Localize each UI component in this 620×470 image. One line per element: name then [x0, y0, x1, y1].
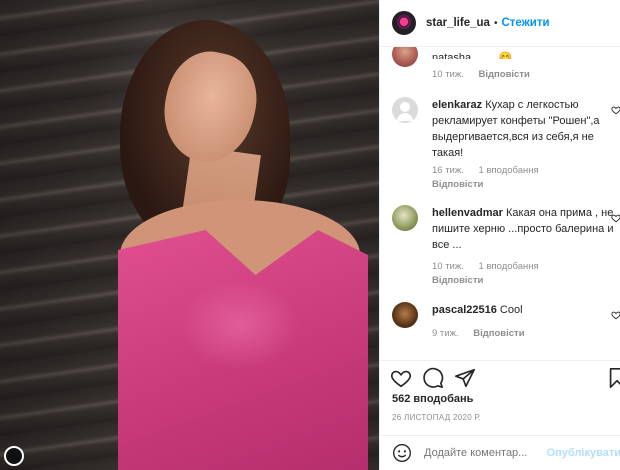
post-date[interactable]: 26 ЛИСТОПАД 2020 Р.: [392, 413, 481, 422]
comment-text-cut: natasha........ 😊: [432, 52, 513, 59]
comment-avatar[interactable]: [392, 97, 418, 123]
post-actions-bar: [380, 360, 620, 392]
comment-meta: 10 тиж. 1 вподобання: [432, 261, 551, 272]
post-header: star_life_ua • Стежити: [380, 0, 620, 47]
reply-button[interactable]: Відповісти: [432, 275, 483, 286]
comment-reply-row: Відповісти: [432, 275, 495, 286]
comment-like-heart-icon[interactable]: [611, 213, 620, 223]
follow-button[interactable]: Стежити: [501, 17, 549, 29]
likes-count[interactable]: 562 вподобань: [392, 393, 473, 405]
comment-text: Cool: [499, 304, 523, 316]
publish-button[interactable]: Опублікувати: [547, 447, 620, 459]
comment-meta: 16 тиж. 1 вподобання: [432, 165, 551, 176]
photo-corner-icon[interactable]: [4, 446, 24, 466]
comment-avatar[interactable]: [392, 47, 418, 67]
comment-time: 9 тиж.: [432, 328, 459, 339]
comment-username[interactable]: hellenvadmar: [432, 207, 503, 219]
author-avatar[interactable]: [392, 11, 416, 35]
comment-like-heart-icon[interactable]: [611, 310, 620, 320]
comments-list[interactable]: natasha........ 😊 10 тиж. Відповісти ele…: [380, 47, 620, 360]
add-comment-bar: Опублікувати: [380, 435, 620, 470]
heart-icon[interactable]: [390, 367, 412, 389]
reply-button[interactable]: Відповісти: [432, 179, 483, 190]
comment-time: 10 тиж.: [432, 261, 464, 272]
comment-body: pascal22516 Cool: [432, 302, 620, 318]
comment-username[interactable]: pascal22516: [432, 304, 497, 316]
comment-username[interactable]: elenkaraz: [432, 99, 482, 111]
comment-avatar[interactable]: [392, 302, 418, 328]
comment-avatar[interactable]: [392, 205, 418, 231]
bookmark-icon[interactable]: [606, 367, 620, 389]
comment-partial: natasha........ 😊 10 тиж. Відповісти: [392, 47, 620, 89]
author-username[interactable]: star_life_ua: [426, 17, 490, 29]
comment-likes[interactable]: 1 вподобання: [479, 261, 539, 272]
comment-likes[interactable]: 1 вподобання: [479, 165, 539, 176]
reply-button[interactable]: Відповісти: [479, 69, 530, 80]
comment-time: 16 тиж.: [432, 165, 464, 176]
reply-button[interactable]: Відповісти: [473, 328, 524, 339]
comment-meta: 10 тиж. Відповісти: [432, 69, 542, 80]
comment-like-heart-icon[interactable]: [611, 105, 620, 115]
photo-dress-fold: [180, 280, 300, 370]
header-separator: •: [493, 17, 498, 29]
comment-time: 10 тиж.: [432, 69, 464, 80]
comment-meta: 9 тиж. Відповісти: [432, 328, 537, 339]
comment-body: hellenvadmar Какая она прима , не пишите…: [432, 205, 620, 253]
comment-item: elenkaraz Кухар с легкостью рекламирует …: [392, 97, 620, 197]
post-side-panel: star_life_ua • Стежити natasha........ 😊…: [379, 0, 620, 470]
comment-item: hellenvadmar Какая она прима , не пишите…: [392, 205, 620, 286]
comment-icon[interactable]: [422, 367, 444, 389]
emoji-icon[interactable]: [392, 443, 412, 463]
comment-reply-row: Відповісти: [432, 179, 495, 190]
comment-input[interactable]: [424, 447, 554, 459]
comment-item: pascal22516 Cool 9 тиж. Відповісти: [392, 302, 620, 352]
post-photo[interactable]: [0, 0, 379, 470]
share-icon[interactable]: [454, 367, 476, 389]
comment-body: elenkaraz Кухар с легкостью рекламирует …: [432, 97, 620, 161]
